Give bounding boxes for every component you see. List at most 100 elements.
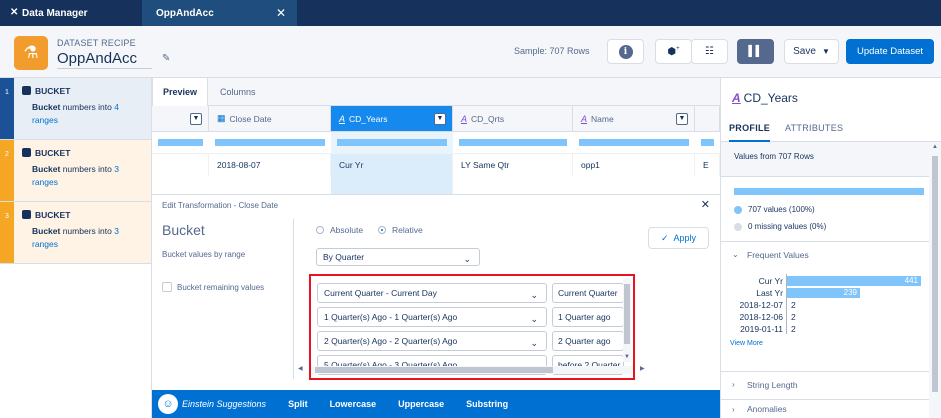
table-cell[interactable]: Cur Yr bbox=[331, 154, 453, 176]
table-cell[interactable]: 2018-08-07 bbox=[209, 154, 331, 176]
freq-label: 2018-12-06 bbox=[739, 312, 783, 322]
column-menu-icon[interactable]: ▼ bbox=[190, 113, 202, 125]
profile-field-name: CD_Years bbox=[743, 91, 798, 105]
step-link-num[interactable]: 3 bbox=[114, 164, 119, 174]
apply-button[interactable]: ✓ Apply bbox=[648, 227, 709, 249]
freq-label: 2019-01-11 bbox=[740, 324, 783, 334]
scroll-down-icon[interactable]: ▼ bbox=[624, 354, 630, 360]
step-description: Bucket numbers into 3 ranges bbox=[32, 163, 147, 189]
freq-label: 2018-12-07 bbox=[739, 300, 783, 310]
update-dataset-button[interactable]: Update Dataset bbox=[846, 39, 934, 64]
column-header-name[interactable]: A Name ▼ bbox=[573, 106, 695, 132]
close-tab-icon[interactable]: ✕ bbox=[276, 6, 286, 20]
profile-body: Values from 707 Rows 707 values (100%) 0… bbox=[721, 142, 930, 418]
scroll-thumb[interactable] bbox=[932, 156, 938, 392]
view-more-link[interactable]: View More bbox=[730, 340, 763, 347]
scroll-left-icon[interactable]: ◀ bbox=[298, 365, 303, 372]
step-link-ranges[interactable]: ranges bbox=[32, 239, 58, 249]
bucket-remaining-checkbox[interactable]: Bucket remaining values bbox=[162, 282, 264, 292]
add-node-button[interactable]: ⬢+ bbox=[655, 39, 692, 64]
radio-icon[interactable] bbox=[316, 226, 324, 234]
radio-absolute[interactable]: Absolute bbox=[316, 225, 363, 235]
step-link-num[interactable]: 3 bbox=[114, 226, 119, 236]
table-cell[interactable] bbox=[152, 154, 209, 176]
frequent-values-header[interactable]: ⌄ Frequent Values bbox=[721, 241, 930, 267]
suggestion-lowercase[interactable]: Lowercase bbox=[330, 399, 377, 409]
preview-toggle-button[interactable]: ▌▌ bbox=[737, 39, 774, 64]
suggestion-uppercase[interactable]: Uppercase bbox=[398, 399, 444, 409]
table-cell[interactable]: LY Same Qtr bbox=[453, 154, 573, 176]
recipe-name-field[interactable]: OppAndAcc bbox=[57, 50, 152, 69]
scroll-up-icon[interactable]: ▲ bbox=[932, 144, 938, 150]
checkbox-icon[interactable] bbox=[162, 282, 172, 292]
values-bar bbox=[734, 188, 924, 195]
edit-transformation-panel: Edit Transformation - Close Date ✕ Bucke… bbox=[152, 194, 720, 390]
distribution-bar bbox=[695, 132, 720, 154]
scroll-thumb[interactable] bbox=[624, 284, 630, 344]
column-header-cd-years[interactable]: A CD_Years ▼ bbox=[331, 106, 453, 132]
info-button[interactable]: i bbox=[607, 39, 644, 64]
bucket-label-input[interactable]: 2 Quarter ago bbox=[552, 331, 624, 351]
bucket-label-input[interactable]: Current Quarter bbox=[552, 283, 624, 303]
freq-label: Last Yr bbox=[756, 288, 783, 298]
bucket-label-input[interactable]: 1 Quarter ago bbox=[552, 307, 624, 327]
close-icon[interactable]: ✕ bbox=[701, 198, 710, 211]
range-select[interactable]: Current Quarter - Current Day ⌄ bbox=[317, 283, 547, 303]
column-menu-icon[interactable]: ▼ bbox=[434, 113, 446, 125]
table-cell[interactable]: opp1 bbox=[573, 154, 695, 176]
bucket-mode-select[interactable]: By Quarter ⌄ bbox=[316, 248, 480, 266]
profile-scrollbar[interactable]: ▲ bbox=[929, 142, 941, 418]
anomalies-header[interactable]: › Anomalies bbox=[721, 399, 930, 418]
tab-columns[interactable]: Columns bbox=[210, 78, 266, 106]
step-link-ranges[interactable]: ranges bbox=[32, 177, 58, 187]
step-description: Bucket numbers into 3 ranges bbox=[32, 225, 147, 251]
radio-relative-label: Relative bbox=[392, 225, 423, 235]
step-link-ranges[interactable]: ranges bbox=[32, 115, 58, 125]
step-item[interactable]: 1 BUCKET Bucket numbers into 4 ranges bbox=[0, 78, 151, 140]
column-header-cd-qrts[interactable]: A CD_Qrts bbox=[453, 106, 573, 132]
tab-profile[interactable]: PROFILE bbox=[729, 116, 771, 142]
table-cell[interactable]: E bbox=[695, 154, 720, 176]
radio-icon[interactable] bbox=[378, 226, 386, 234]
save-button[interactable]: Save ▼ bbox=[784, 39, 839, 64]
column-menu-icon[interactable]: ▼ bbox=[676, 113, 688, 125]
recipe-steps-panel: 1 BUCKET Bucket numbers into 4 ranges 2 … bbox=[0, 78, 152, 418]
step-item[interactable]: 3 BUCKET Bucket numbers into 3 ranges bbox=[0, 202, 151, 264]
legend-missing: 0 missing values (0%) bbox=[734, 222, 826, 231]
recipe-flask-icon: ⚗ bbox=[14, 36, 48, 70]
step-number: 2 bbox=[0, 140, 14, 201]
column-header-close-date[interactable]: ▦ Close Date bbox=[209, 106, 331, 132]
string-length-header[interactable]: › String Length bbox=[721, 371, 930, 397]
suggestion-substring[interactable]: Substring bbox=[466, 399, 508, 409]
range-select[interactable]: 2 Quarter(s) Ago - 2 Quarter(s) Ago ⌄ bbox=[317, 331, 547, 351]
profile-tabs: PROFILE ATTRIBUTES bbox=[721, 116, 941, 142]
einstein-suggestions-bar: ☺ Einstein Suggestions Split Lowercase U… bbox=[152, 390, 720, 418]
column-header[interactable]: ▼ bbox=[152, 106, 209, 132]
radio-relative[interactable]: Relative bbox=[378, 225, 423, 235]
transform-button[interactable]: ☷ bbox=[691, 39, 728, 64]
bucket-heading: Bucket bbox=[162, 222, 205, 238]
freq-label: Cur Yr bbox=[758, 276, 783, 286]
tab-attributes[interactable]: ATTRIBUTES bbox=[785, 116, 843, 142]
column-header[interactable] bbox=[695, 106, 720, 132]
ranges-horizontal-scrollbar[interactable] bbox=[311, 366, 633, 374]
einstein-title: Einstein Suggestions bbox=[182, 399, 267, 409]
scroll-right-icon[interactable]: ▶ bbox=[640, 365, 645, 372]
tab-recipe[interactable]: OppAndAcc ✕ bbox=[142, 0, 297, 26]
scroll-thumb[interactable] bbox=[315, 367, 553, 373]
ranges-vertical-scrollbar[interactable]: ▼ bbox=[623, 278, 631, 362]
save-label: Save bbox=[793, 46, 816, 57]
sample-rows: Sample: 707 Rows bbox=[514, 46, 590, 56]
update-dataset-label: Update Dataset bbox=[856, 46, 923, 57]
edit-pencil-icon[interactable]: ✎ bbox=[162, 53, 170, 64]
list-settings-icon: ☷ bbox=[705, 46, 714, 57]
top-tab-bar: ✕ Data Manager OppAndAcc ✕ bbox=[0, 0, 941, 26]
step-item[interactable]: 2 BUCKET Bucket numbers into 3 ranges bbox=[0, 140, 151, 202]
range-select[interactable]: 1 Quarter(s) Ago - 1 Quarter(s) Ago ⌄ bbox=[317, 307, 547, 327]
bucket-mode-value: By Quarter bbox=[323, 252, 365, 262]
tab-preview[interactable]: Preview bbox=[152, 78, 209, 107]
table-cell[interactable] bbox=[331, 176, 453, 194]
suggestion-split[interactable]: Split bbox=[288, 399, 308, 409]
tab-data-manager[interactable]: ✕ Data Manager bbox=[0, 0, 142, 26]
step-link-num[interactable]: 4 bbox=[114, 102, 119, 112]
